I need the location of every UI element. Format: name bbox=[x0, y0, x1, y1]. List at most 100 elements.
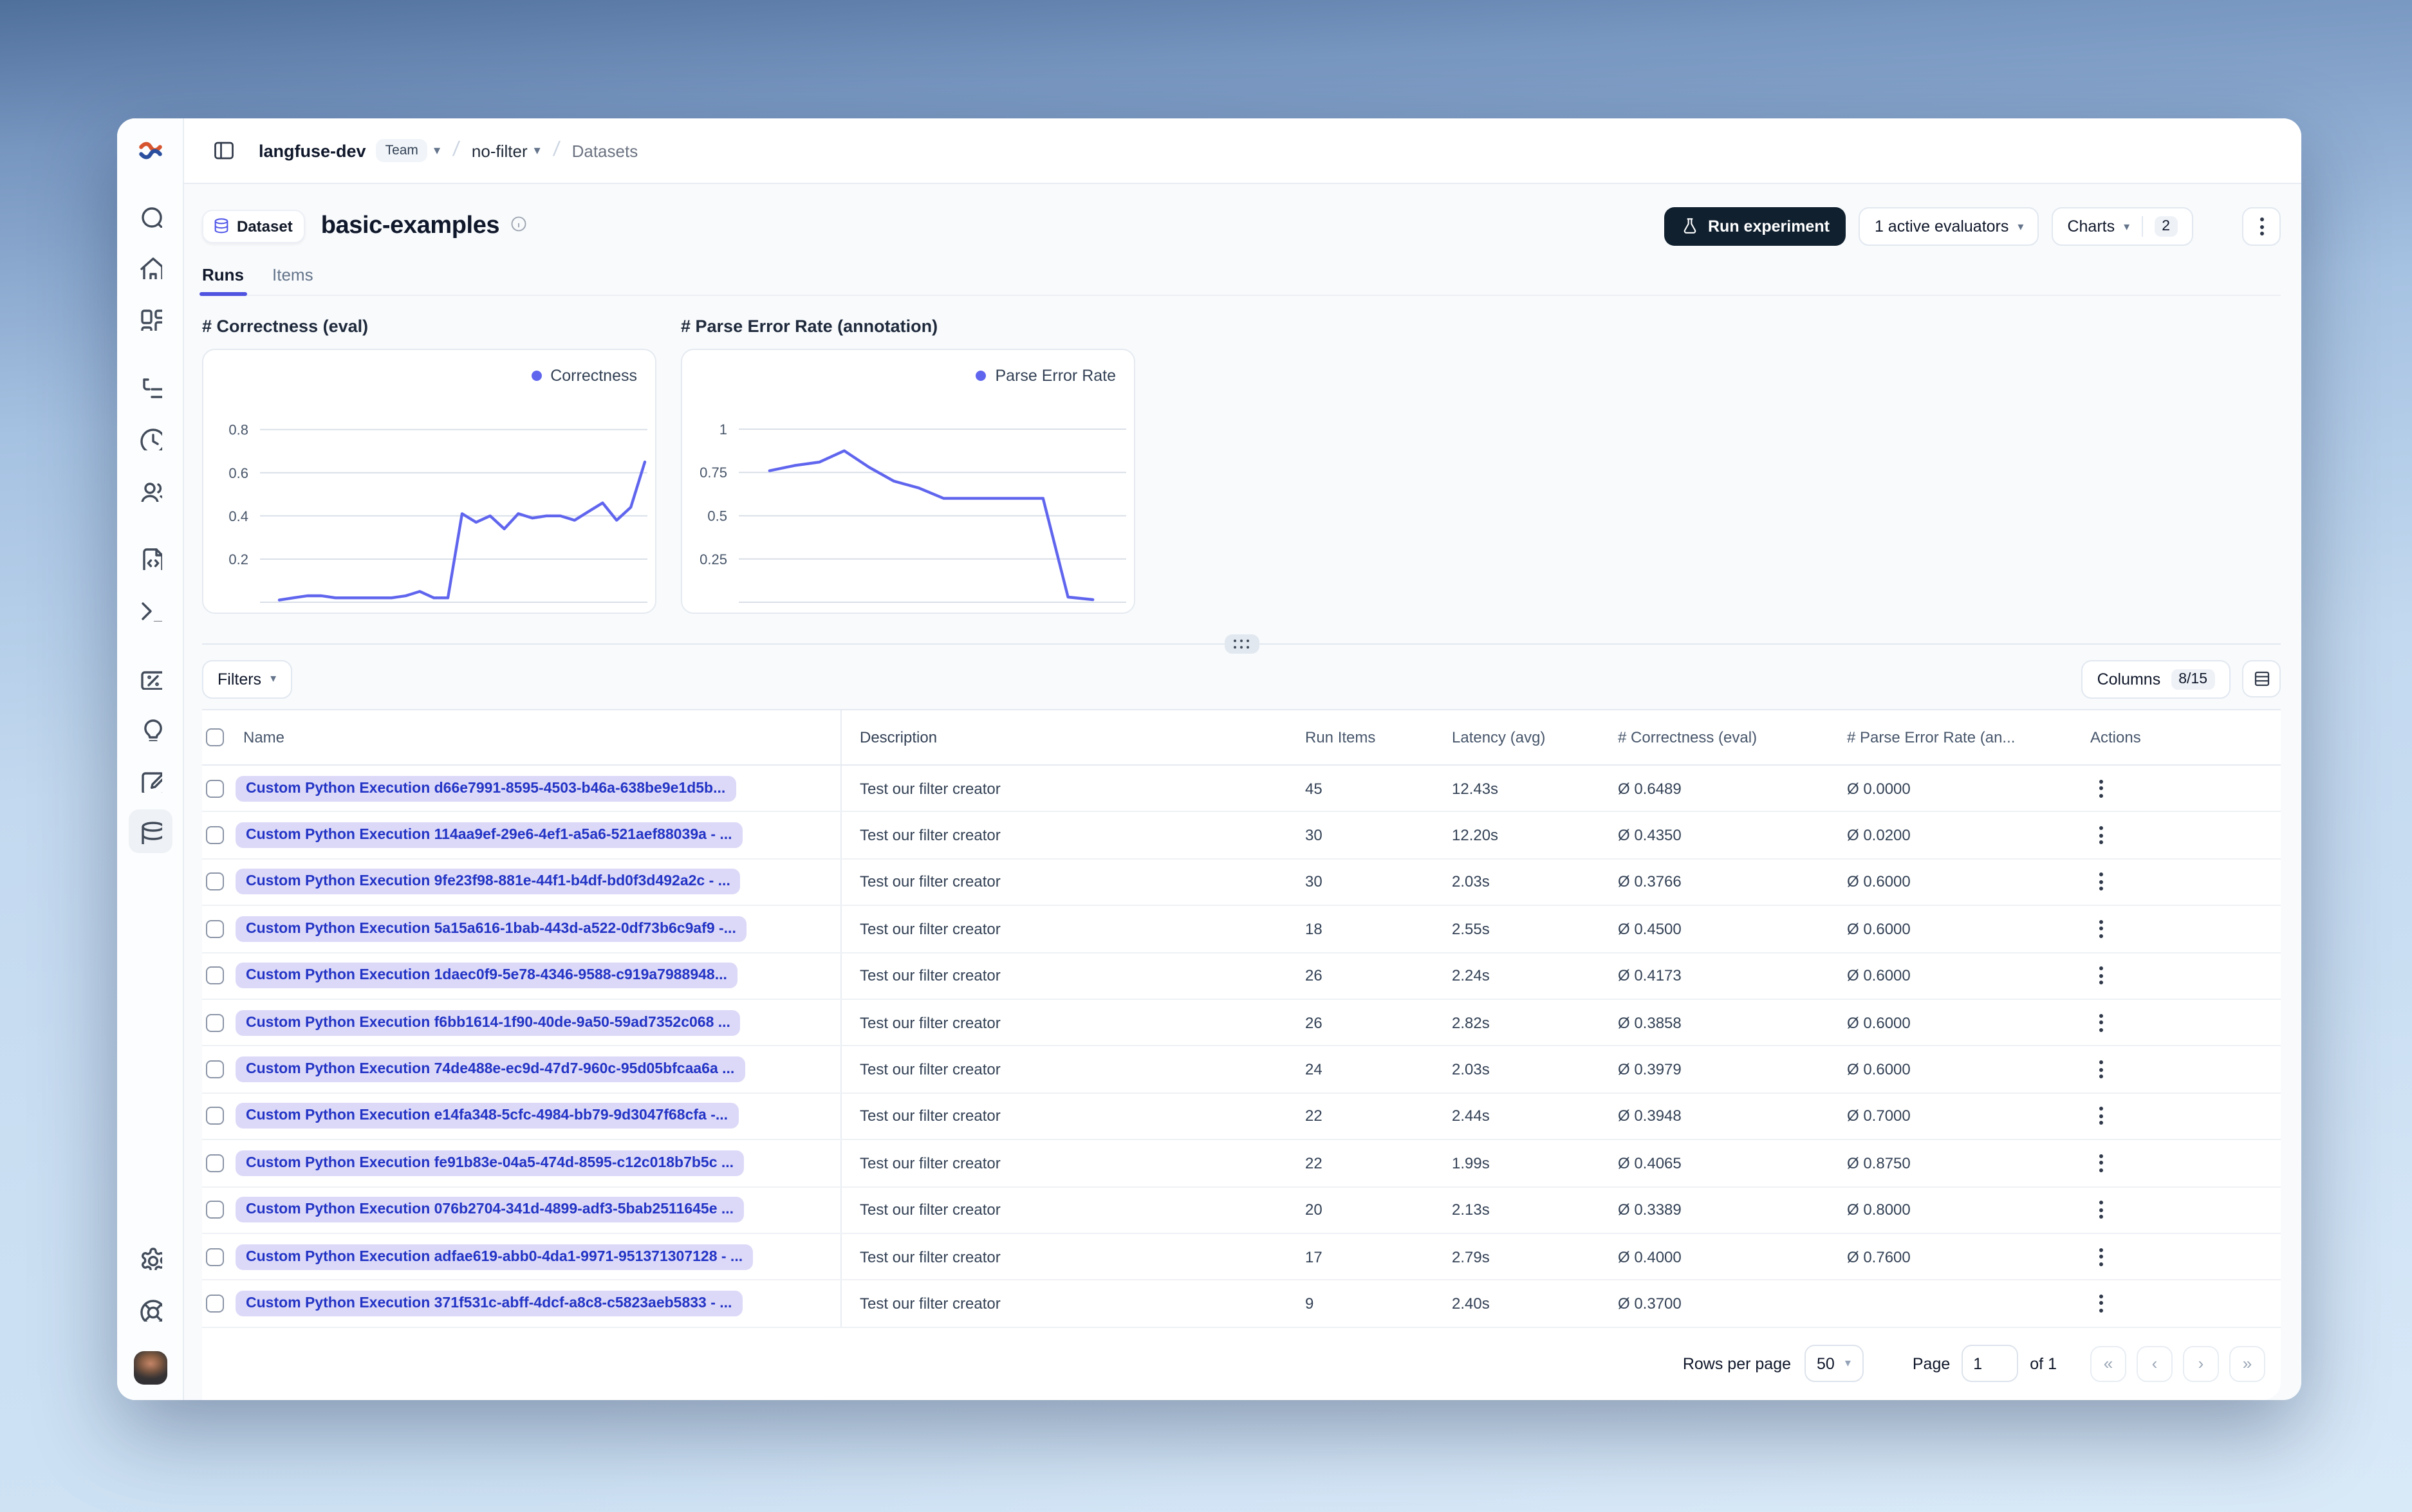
table-row[interactable]: Custom Python Execution 076b2704-341d-48… bbox=[202, 1187, 2281, 1234]
sidebar-item-home[interactable] bbox=[128, 244, 172, 288]
sidebar-item-dashboard[interactable] bbox=[128, 296, 172, 340]
table-row[interactable]: Custom Python Execution fe91b83e-04a5-47… bbox=[202, 1140, 2281, 1188]
legend-dot-icon bbox=[976, 371, 987, 381]
row-select-cell bbox=[202, 919, 236, 938]
row-kebab-button[interactable] bbox=[2090, 1054, 2112, 1085]
run-name-cell: Custom Python Execution 9fe23f98-881e-44… bbox=[236, 859, 842, 905]
user-avatar[interactable] bbox=[133, 1351, 167, 1385]
sidebar-item-playground[interactable] bbox=[128, 587, 172, 631]
previous-page-button[interactable]: ‹ bbox=[2137, 1345, 2173, 1382]
run-name-link[interactable]: Custom Python Execution e14fa348-5cfc-49… bbox=[236, 1103, 739, 1129]
last-page-button[interactable]: » bbox=[2229, 1345, 2265, 1382]
sidebar-item-insights[interactable] bbox=[128, 706, 172, 750]
table-row[interactable]: Custom Python Execution 9fe23f98-881e-44… bbox=[202, 859, 2281, 907]
sidebar-item-support[interactable] bbox=[128, 1287, 172, 1331]
row-height-button[interactable] bbox=[2242, 660, 2281, 697]
table-row[interactable]: Custom Python Execution f6bb1614-1f90-40… bbox=[202, 999, 2281, 1047]
run-name-link[interactable]: Custom Python Execution 371f531c-abff-4d… bbox=[236, 1290, 743, 1316]
row-checkbox[interactable] bbox=[206, 1154, 224, 1172]
run-name-link[interactable]: Custom Python Execution d66e7991-8595-45… bbox=[236, 775, 736, 802]
row-checkbox[interactable] bbox=[206, 966, 224, 985]
row-checkbox[interactable] bbox=[206, 779, 224, 798]
run-name-link[interactable]: Custom Python Execution 5a15a616-1bab-44… bbox=[236, 916, 747, 942]
row-kebab-button[interactable] bbox=[2090, 914, 2112, 945]
row-select-cell bbox=[202, 872, 236, 891]
row-kebab-button[interactable] bbox=[2090, 820, 2112, 851]
row-checkbox[interactable] bbox=[206, 1060, 224, 1079]
run-name-link[interactable]: Custom Python Execution fe91b83e-04a5-47… bbox=[236, 1150, 745, 1176]
table-row[interactable]: Custom Python Execution 74de488e-ec9d-47… bbox=[202, 1046, 2281, 1094]
row-checkbox[interactable] bbox=[206, 1248, 224, 1266]
sidebar-item-settings[interactable] bbox=[128, 1235, 172, 1279]
row-checkbox[interactable] bbox=[206, 872, 224, 891]
sidebar-item-annotation[interactable] bbox=[128, 758, 172, 802]
rows-per-page-select[interactable]: 50 ▾ bbox=[1804, 1345, 1864, 1383]
run-experiment-button[interactable]: Run experiment bbox=[1664, 207, 1846, 246]
row-kebab-button[interactable] bbox=[2090, 1101, 2112, 1132]
row-checkbox[interactable] bbox=[206, 826, 224, 845]
first-page-button[interactable]: « bbox=[2090, 1345, 2126, 1382]
chevron-down-icon[interactable]: ▾ bbox=[434, 143, 440, 158]
filters-button[interactable]: Filters ▾ bbox=[202, 659, 292, 698]
langfuse-logo[interactable] bbox=[136, 136, 164, 165]
active-evaluators-button[interactable]: 1 active evaluators ▾ bbox=[1859, 207, 2039, 246]
columns-button[interactable]: Columns 8/15 bbox=[2081, 659, 2231, 698]
row-kebab-button[interactable] bbox=[2090, 1007, 2112, 1038]
run-name-link[interactable]: Custom Python Execution 9fe23f98-881e-44… bbox=[236, 869, 741, 895]
run-description-cell: Test our filter creator bbox=[860, 1294, 1001, 1313]
breadcrumb-project[interactable]: langfuse-dev bbox=[259, 141, 366, 160]
sidebar-item-sessions[interactable] bbox=[128, 416, 172, 459]
tab-items[interactable]: Items bbox=[272, 265, 313, 295]
resize-drag-handle[interactable] bbox=[1224, 634, 1259, 654]
table-row[interactable]: Custom Python Execution adfae619-abb0-4d… bbox=[202, 1233, 2281, 1281]
info-icon[interactable] bbox=[510, 214, 528, 239]
row-kebab-button[interactable] bbox=[2090, 867, 2112, 898]
row-kebab-button[interactable] bbox=[2090, 1148, 2112, 1179]
breadcrumb-section[interactable]: Datasets bbox=[572, 141, 638, 160]
row-checkbox[interactable] bbox=[206, 919, 224, 938]
run-items-cell: 20 bbox=[1305, 1201, 1322, 1219]
next-page-button[interactable]: › bbox=[2183, 1345, 2219, 1382]
table-row[interactable]: Custom Python Execution 1daec0f9-5e78-43… bbox=[202, 953, 2281, 1000]
table-row[interactable]: Custom Python Execution 114aa9ef-29e6-4e… bbox=[202, 812, 2281, 860]
row-checkbox[interactable] bbox=[206, 1201, 224, 1219]
table-row[interactable]: Custom Python Execution e14fa348-5cfc-49… bbox=[202, 1093, 2281, 1141]
run-name-link[interactable]: Custom Python Execution f6bb1614-1f90-40… bbox=[236, 1010, 741, 1036]
run-name-link[interactable]: Custom Python Execution adfae619-abb0-4d… bbox=[236, 1244, 754, 1270]
charts-toggle-button[interactable]: Charts ▾ 2 bbox=[2052, 207, 2193, 246]
row-checkbox[interactable] bbox=[206, 1013, 224, 1032]
page-number-input[interactable] bbox=[1962, 1345, 2019, 1383]
sidebar-item-datasets[interactable] bbox=[128, 809, 172, 853]
row-checkbox[interactable] bbox=[206, 1107, 224, 1125]
row-kebab-button[interactable] bbox=[2090, 773, 2112, 804]
table-row[interactable]: Custom Python Execution d66e7991-8595-45… bbox=[202, 766, 2281, 813]
row-kebab-button[interactable] bbox=[2090, 1288, 2112, 1319]
sidebar-item-prompts[interactable] bbox=[128, 535, 172, 579]
chevron-down-icon[interactable]: ▾ bbox=[534, 143, 541, 158]
run-name-link[interactable]: Custom Python Execution 74de488e-ec9d-47… bbox=[236, 1056, 745, 1083]
run-name-link[interactable]: Custom Python Execution 076b2704-341d-48… bbox=[236, 1197, 745, 1223]
svg-text:0.6: 0.6 bbox=[228, 465, 248, 481]
row-actions-cell bbox=[2077, 1241, 2281, 1272]
sidebar-item-evaluators[interactable] bbox=[128, 655, 172, 699]
table-row[interactable]: Custom Python Execution 371f531c-abff-4d… bbox=[202, 1280, 2281, 1328]
sidebar-item-search[interactable] bbox=[128, 193, 172, 237]
run-name-link[interactable]: Custom Python Execution 114aa9ef-29e6-4e… bbox=[236, 822, 743, 849]
run-items-cell: 30 bbox=[1305, 826, 1322, 845]
more-options-button[interactable] bbox=[2242, 207, 2281, 246]
tab-runs[interactable]: Runs bbox=[199, 265, 246, 296]
run-items-cell: 9 bbox=[1305, 1294, 1314, 1313]
run-name-link[interactable]: Custom Python Execution 1daec0f9-5e78-43… bbox=[236, 963, 738, 989]
sidebar-collapse-button[interactable] bbox=[207, 134, 241, 167]
dataset-type-pill: Dataset bbox=[202, 210, 306, 243]
sidebar-item-users[interactable] bbox=[128, 467, 172, 511]
row-kebab-button[interactable] bbox=[2090, 961, 2112, 991]
sidebar-item-tracing[interactable] bbox=[128, 364, 172, 408]
row-checkbox[interactable] bbox=[206, 1294, 224, 1313]
breadcrumb-environment[interactable]: no-filter bbox=[472, 141, 528, 160]
correctness-cell: Ø 0.4173 bbox=[1618, 966, 1682, 985]
select-all-checkbox[interactable] bbox=[206, 728, 224, 746]
row-kebab-button[interactable] bbox=[2090, 1194, 2112, 1225]
table-row[interactable]: Custom Python Execution 5a15a616-1bab-44… bbox=[202, 906, 2281, 954]
row-kebab-button[interactable] bbox=[2090, 1241, 2112, 1272]
